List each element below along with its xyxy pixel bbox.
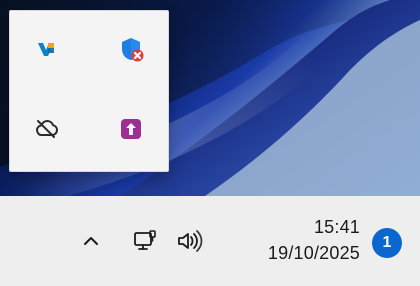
clock-time: 15:41 (313, 217, 360, 237)
chevron-up-icon (84, 237, 98, 245)
vs-code-icon[interactable] (28, 31, 64, 67)
cloud-offline-icon[interactable] (28, 111, 64, 147)
desktop-wallpaper (0, 0, 420, 196)
clock-date: 19/10/2025 (267, 243, 360, 263)
notification-count: 1 (382, 234, 392, 251)
date-time[interactable]: 15:41 19/10/2025 (240, 216, 360, 268)
notification-count-badge[interactable]: 1 (372, 228, 402, 258)
system-tray-icons (126, 223, 220, 259)
network-icon[interactable] (126, 223, 162, 259)
show-hidden-icons-button[interactable] (79, 230, 103, 254)
upload-app-icon[interactable] (113, 111, 149, 147)
volume-icon[interactable] (170, 223, 206, 259)
tray-overflow-flyout (9, 10, 169, 172)
taskbar: 15:41 19/10/2025 1 (0, 196, 420, 286)
security-alert-icon[interactable] (113, 31, 149, 67)
